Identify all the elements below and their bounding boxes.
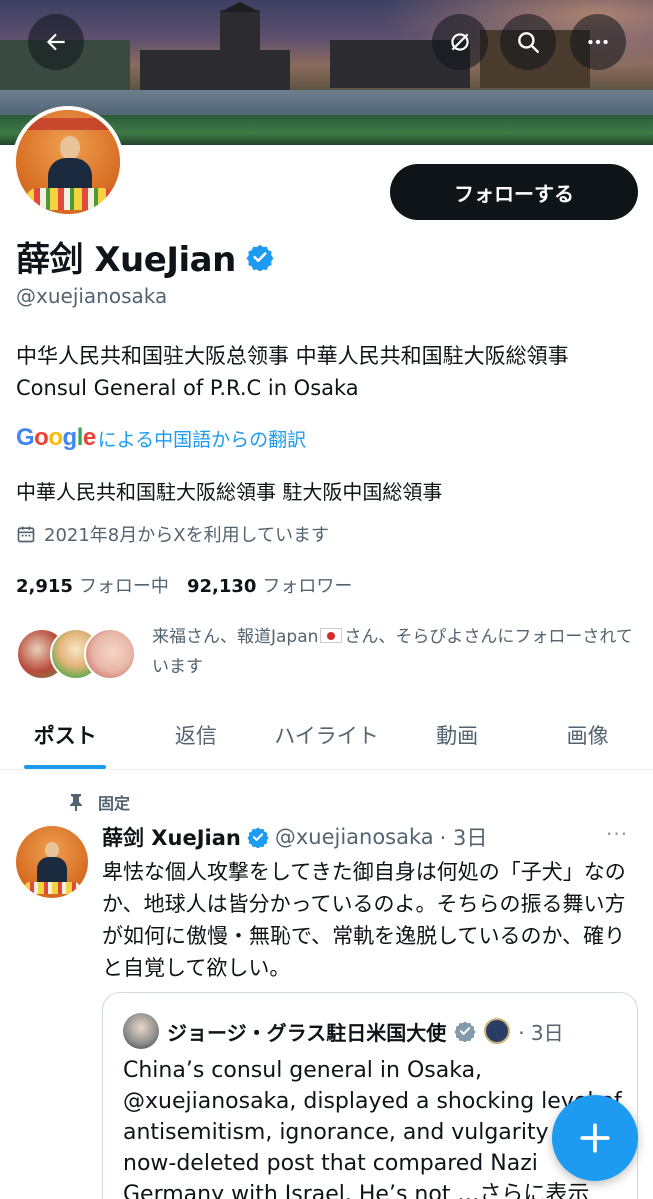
followers-count: 92,130: [186, 576, 257, 597]
grok-button[interactable]: [432, 14, 488, 70]
profile-handle: @xuejianosaka: [16, 284, 168, 308]
more-icon: [588, 39, 608, 45]
followed-by-avatars[interactable]: [16, 626, 140, 682]
display-name-text: 薛剑 XueJian: [16, 240, 236, 280]
joined-date: 2021年8月からXを利用しています: [16, 521, 329, 547]
verified-gray-badge-icon: [454, 1021, 476, 1042]
quoted-tweet[interactable]: ジョージ・グラス駐日米国大使 · 3日 China’s consul gener…: [102, 992, 638, 1199]
translated-bio: 中華人民共和国駐大阪総領事 駐大阪中国総領事: [16, 480, 443, 504]
us-seal-icon: [484, 1018, 511, 1044]
quoted-tweet-header: ジョージ・グラス駐日米国大使 · 3日: [123, 1013, 564, 1049]
follower-avatar-3: [84, 628, 136, 680]
follow-counts: 2,915 フォロー中 92,130 フォロワー: [16, 572, 352, 598]
banner-building: [140, 50, 290, 90]
follow-button[interactable]: フォローする: [390, 164, 638, 220]
tab-posts[interactable]: ポスト: [0, 700, 131, 769]
followed-by-text[interactable]: 来福さん、報道Japan さん、そらぴよさんにフォローされています: [152, 622, 642, 682]
plus-icon: [580, 1123, 610, 1153]
translate-text: による中国語からの翻訳: [97, 428, 307, 451]
following-count: 2,915: [16, 576, 73, 597]
profile-avatar[interactable]: [12, 106, 124, 218]
arrow-left-icon: [46, 33, 65, 51]
followers-link[interactable]: 92,130 フォロワー: [187, 572, 352, 598]
tweet-avatar-flowers: [24, 882, 80, 894]
japan-flag-icon: [320, 628, 343, 643]
tab-videos[interactable]: 動画: [392, 700, 523, 769]
tweet-time[interactable]: · 3日: [440, 822, 488, 852]
tweet-more-icon[interactable]: ···: [606, 822, 628, 846]
search-button[interactable]: [500, 14, 556, 70]
tweet-header: 薛剑 XueJian @xuejianosaka · 3日: [102, 822, 487, 852]
verified-badge-icon: [247, 827, 269, 848]
more-button[interactable]: [570, 14, 626, 70]
tweet-author-name[interactable]: 薛剑 XueJian: [102, 822, 241, 852]
profile-bio: 中华人民共和国驻大阪总领事 中華人民共和国駐大阪総領事 Consul Gener…: [16, 340, 569, 404]
tweet-avatar-body: [37, 857, 67, 885]
following-label: フォロー中: [78, 576, 169, 597]
verified-badge-icon[interactable]: [246, 243, 274, 271]
grok-icon: [451, 33, 469, 51]
avatar-banner: [16, 118, 120, 130]
google-logo: Google: [16, 424, 96, 451]
pin-icon: [70, 794, 82, 811]
banner-pagoda-roof: [220, 2, 260, 12]
tab-images[interactable]: 画像: [522, 700, 653, 769]
followed-by-part-1: 来福さん、報道Japan: [152, 627, 319, 647]
avatar-flowers: [26, 188, 114, 210]
bio-line-2: Consul General of P.R.C in Osaka: [16, 376, 359, 400]
calendar-icon: [17, 526, 35, 543]
followers-label: フォロワー: [262, 576, 353, 597]
quoted-author-name: ジョージ・グラス駐日米国大使: [167, 1020, 447, 1045]
quoted-author-avatar: [123, 1013, 159, 1049]
back-button[interactable]: [28, 14, 84, 70]
translate-link[interactable]: Google による中国語からの翻訳: [16, 424, 306, 452]
bio-line-1: 中华人民共和国驻大阪总领事 中華人民共和国駐大阪総領事: [16, 344, 569, 368]
search-icon: [518, 32, 539, 53]
quoted-time: · 3日: [518, 1020, 564, 1045]
compose-button[interactable]: [552, 1095, 638, 1181]
display-name: 薛剑 XueJian: [16, 232, 274, 281]
tweet-text: 卑怯な個人攻撃をしてきた御自身は何処の「子犬」なのか、地球人は皆分かっているのよ…: [102, 860, 626, 980]
joined-text: 2021年8月からXを利用しています: [44, 525, 330, 546]
tab-highlights[interactable]: ハイライト: [261, 700, 392, 769]
pinned-label: 固定: [98, 794, 131, 813]
profile-tabs: ポスト 返信 ハイライト 動画 画像: [0, 700, 653, 770]
avatar-head: [60, 136, 80, 160]
tab-replies[interactable]: 返信: [131, 700, 262, 769]
tweet-author-avatar[interactable]: [16, 826, 88, 898]
following-link[interactable]: 2,915 フォロー中: [16, 572, 169, 598]
tweet-author-handle[interactable]: @xuejianosaka: [275, 825, 434, 849]
pinned-indicator: 固定: [68, 790, 130, 814]
tweet-avatar-head: [45, 842, 59, 858]
quoted-tweet-text: China’s consul general in Osaka, @xuejia…: [123, 1058, 622, 1199]
